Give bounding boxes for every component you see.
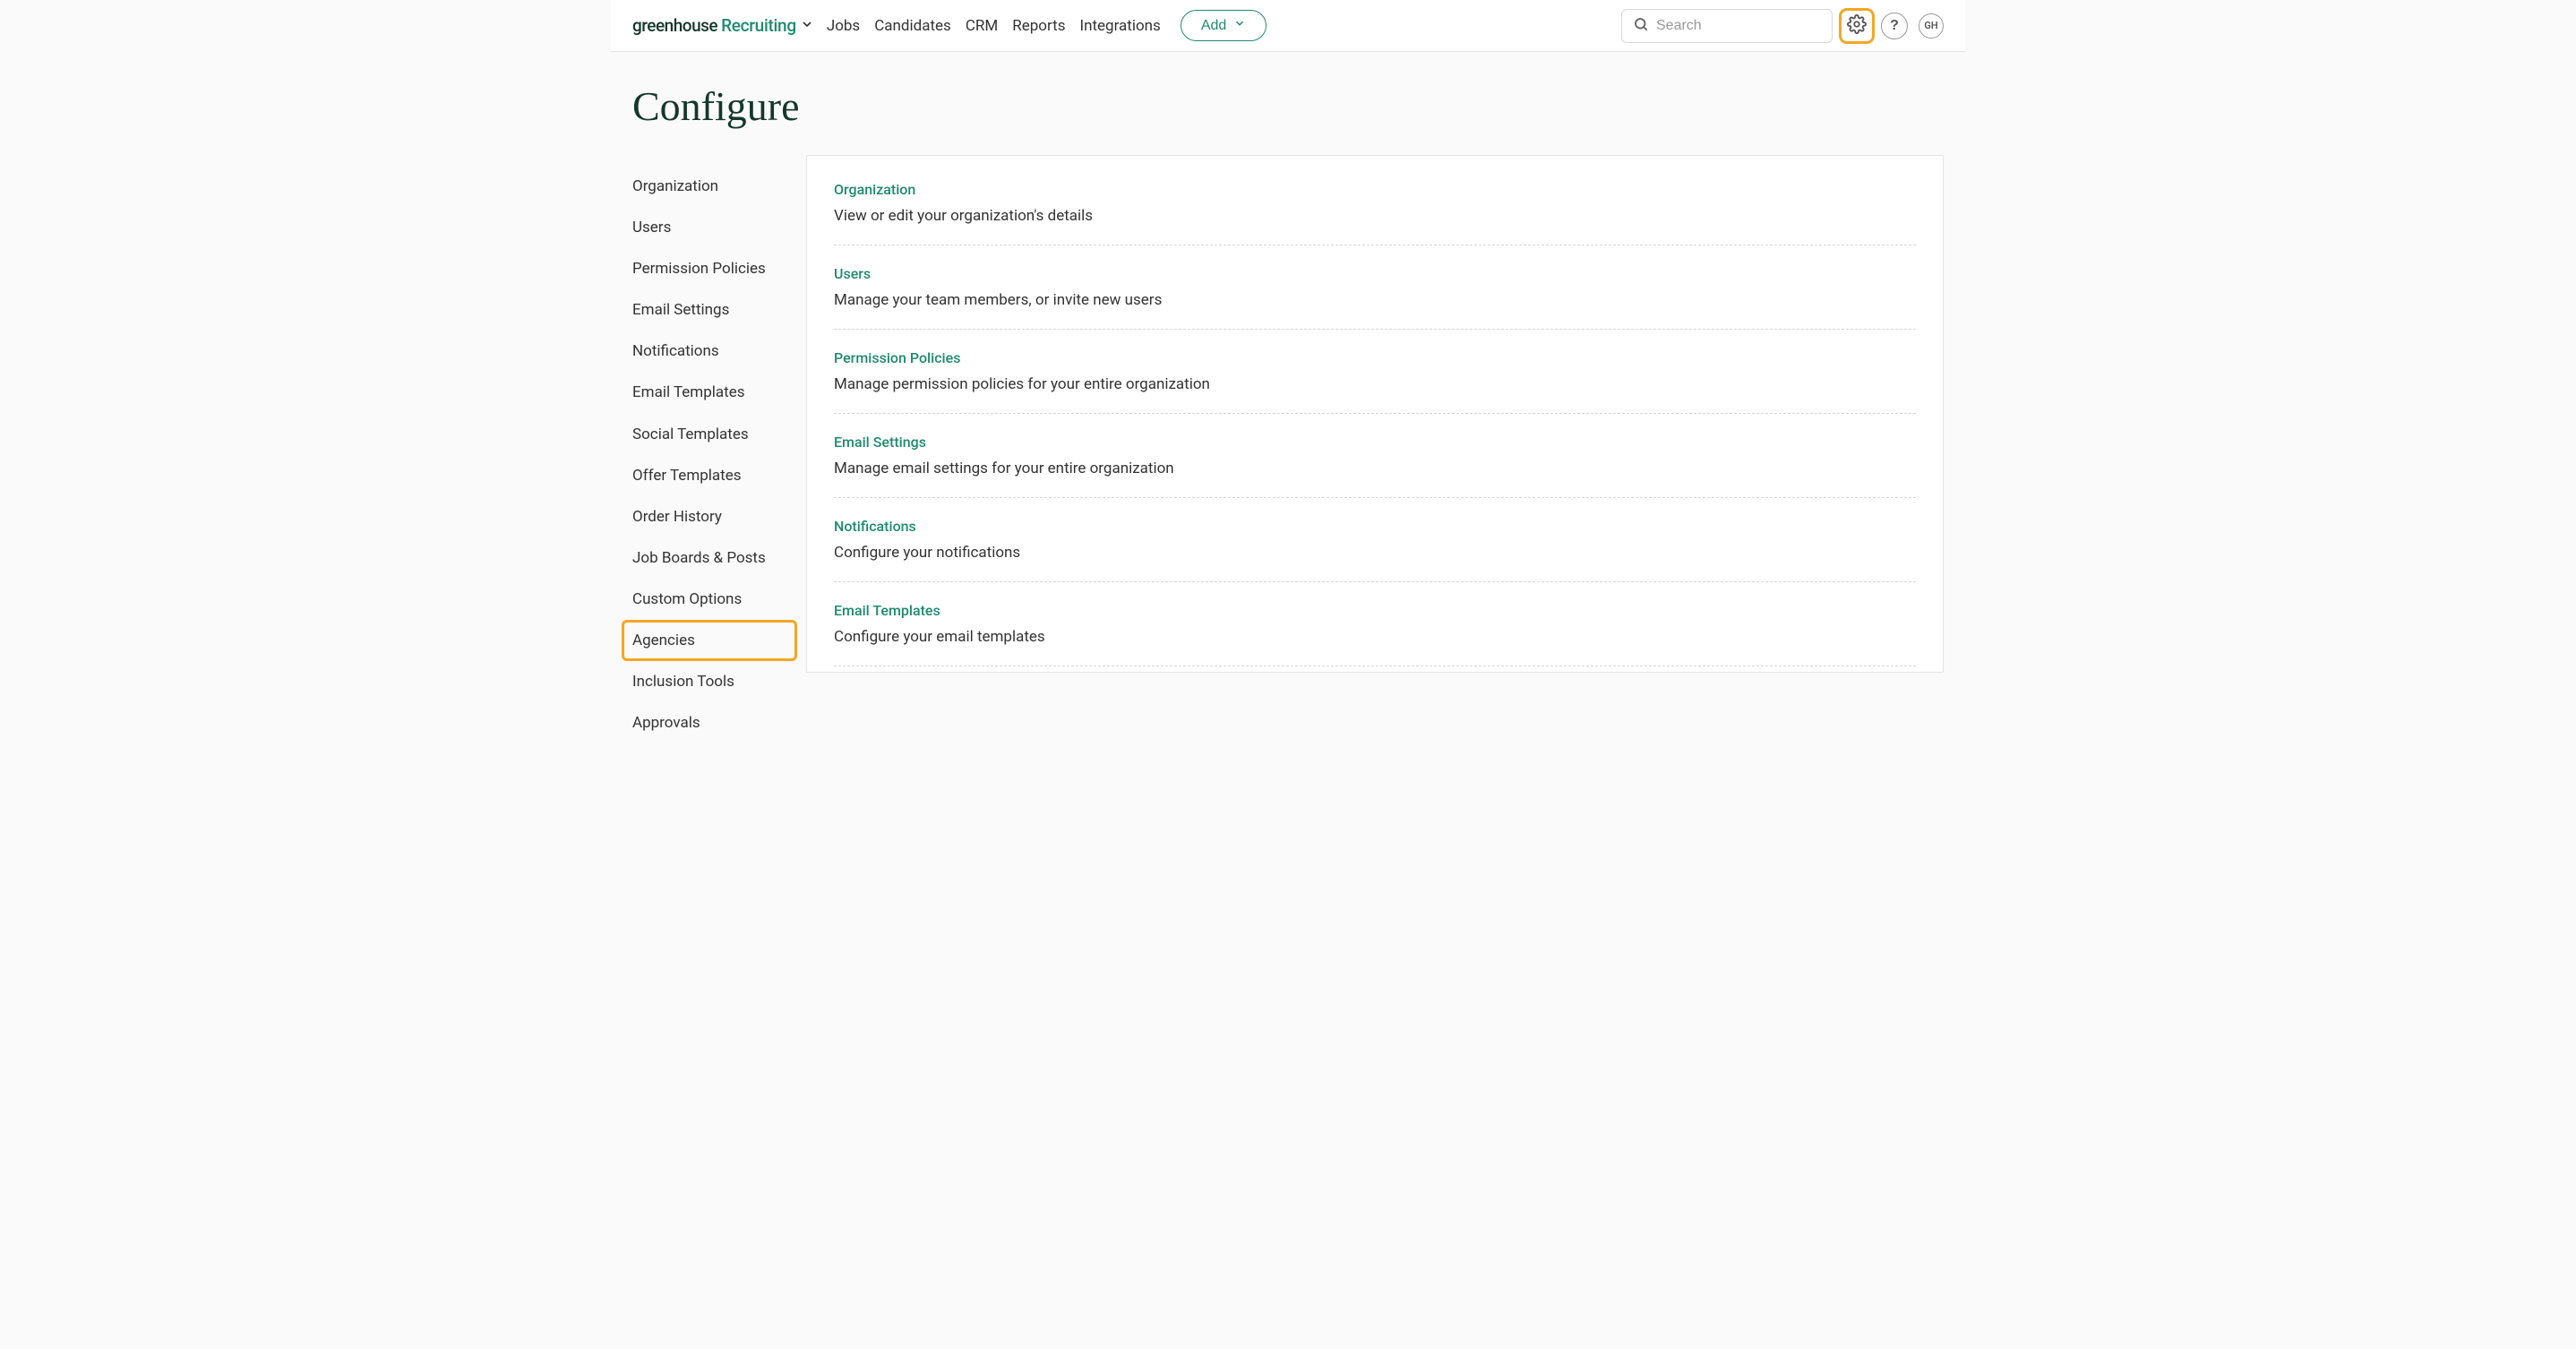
sidebar-item-label: Job Boards & Posts (632, 549, 766, 567)
section-desc: Manage email settings for your entire or… (834, 460, 1916, 477)
brand-word2: Recruiting (721, 15, 796, 36)
sidebar-item-users[interactable]: Users (623, 209, 795, 246)
section-organization: Organization View or edit your organizat… (834, 177, 1916, 245)
help-button[interactable]: ? (1881, 13, 1908, 39)
sidebar-item-label: Approvals (632, 714, 700, 732)
chevron-down-icon (800, 17, 814, 35)
nav-crm[interactable]: CRM (966, 17, 998, 35)
section-link-permission-policies[interactable]: Permission Policies (834, 349, 960, 366)
nav-integrations[interactable]: Integrations (1079, 17, 1160, 35)
section-users: Users Manage your team members, or invit… (834, 245, 1916, 330)
sidebar-item-inclusion-tools[interactable]: Inclusion Tools (623, 663, 795, 700)
main-layout: Organization Users Permission Policies E… (611, 155, 1965, 745)
sidebar-item-approvals[interactable]: Approvals (623, 704, 795, 742)
sidebar-item-offer-templates[interactable]: Offer Templates (623, 457, 795, 494)
sidebar-item-label: Order History (632, 508, 722, 526)
sidebar-item-label: Users (632, 219, 671, 236)
section-link-email-templates[interactable]: Email Templates (834, 602, 940, 619)
help-icon: ? (1890, 18, 1899, 34)
avatar-initials: GH (1924, 20, 1937, 31)
sidebar-item-label: Email Templates (632, 383, 745, 401)
section-desc: Configure your notifications (834, 544, 1916, 562)
brand-word1: greenhouse (632, 15, 717, 36)
settings-button[interactable] (1843, 13, 1870, 39)
sidebar-item-social-templates[interactable]: Social Templates (623, 416, 795, 453)
section-link-users[interactable]: Users (834, 265, 871, 282)
sidebar: Organization Users Permission Policies E… (611, 155, 806, 745)
nav-jobs[interactable]: Jobs (827, 17, 860, 35)
search-input[interactable] (1656, 18, 1821, 34)
content-panel: Organization View or edit your organizat… (806, 155, 1944, 673)
sidebar-item-email-templates[interactable]: Email Templates (623, 374, 795, 411)
section-link-email-settings[interactable]: Email Settings (834, 434, 926, 451)
add-button-label: Add (1201, 18, 1226, 34)
primary-nav: Jobs Candidates CRM Reports Integrations… (827, 10, 1267, 41)
sidebar-item-email-settings[interactable]: Email Settings (623, 291, 795, 329)
global-search[interactable] (1621, 9, 1833, 43)
add-button[interactable]: Add (1181, 10, 1267, 41)
sidebar-item-label: Custom Options (632, 590, 742, 608)
sidebar-item-label: Notifications (632, 342, 719, 360)
topbar-right: ? GH (1621, 9, 1944, 43)
sidebar-item-label: Offer Templates (632, 467, 742, 485)
nav-candidates[interactable]: Candidates (874, 17, 951, 35)
sidebar-item-permission-policies[interactable]: Permission Policies (623, 250, 795, 288)
section-email-templates: Email Templates Configure your email tem… (834, 582, 1916, 666)
brand-switcher[interactable]: greenhouse Recruiting (632, 15, 814, 36)
section-link-organization[interactable]: Organization (834, 181, 915, 198)
chevron-down-icon (1233, 17, 1246, 34)
section-desc: View or edit your organization's details (834, 207, 1916, 225)
nav-reports[interactable]: Reports (1012, 17, 1065, 35)
sidebar-item-organization[interactable]: Organization (623, 168, 795, 205)
section-permission-policies: Permission Policies Manage permission po… (834, 330, 1916, 414)
avatar[interactable]: GH (1919, 13, 1944, 39)
gear-icon (1847, 14, 1867, 37)
sidebar-item-job-boards[interactable]: Job Boards & Posts (623, 539, 795, 577)
sidebar-item-agencies[interactable]: Agencies (623, 622, 795, 659)
settings-highlight (1843, 13, 1870, 39)
sidebar-item-custom-options[interactable]: Custom Options (623, 580, 795, 618)
topbar: greenhouse Recruiting Jobs Candidates CR… (611, 0, 1965, 52)
sidebar-item-label: Agencies (632, 632, 695, 649)
section-desc: Configure your email templates (834, 628, 1916, 646)
sidebar-item-notifications[interactable]: Notifications (623, 332, 795, 370)
section-link-notifications[interactable]: Notifications (834, 518, 916, 535)
sidebar-item-label: Organization (632, 177, 718, 195)
section-desc: Manage permission policies for your enti… (834, 375, 1916, 393)
sidebar-item-label: Permission Policies (632, 260, 766, 278)
sidebar-item-label: Email Settings (632, 301, 729, 319)
search-icon (1633, 16, 1649, 36)
sidebar-item-label: Social Templates (632, 425, 749, 443)
sidebar-item-order-history[interactable]: Order History (623, 498, 795, 536)
section-email-settings: Email Settings Manage email settings for… (834, 414, 1916, 498)
sidebar-item-label: Inclusion Tools (632, 673, 734, 691)
section-notifications: Notifications Configure your notificatio… (834, 498, 1916, 582)
section-desc: Manage your team members, or invite new … (834, 291, 1916, 309)
page-title: Configure (611, 52, 1965, 155)
